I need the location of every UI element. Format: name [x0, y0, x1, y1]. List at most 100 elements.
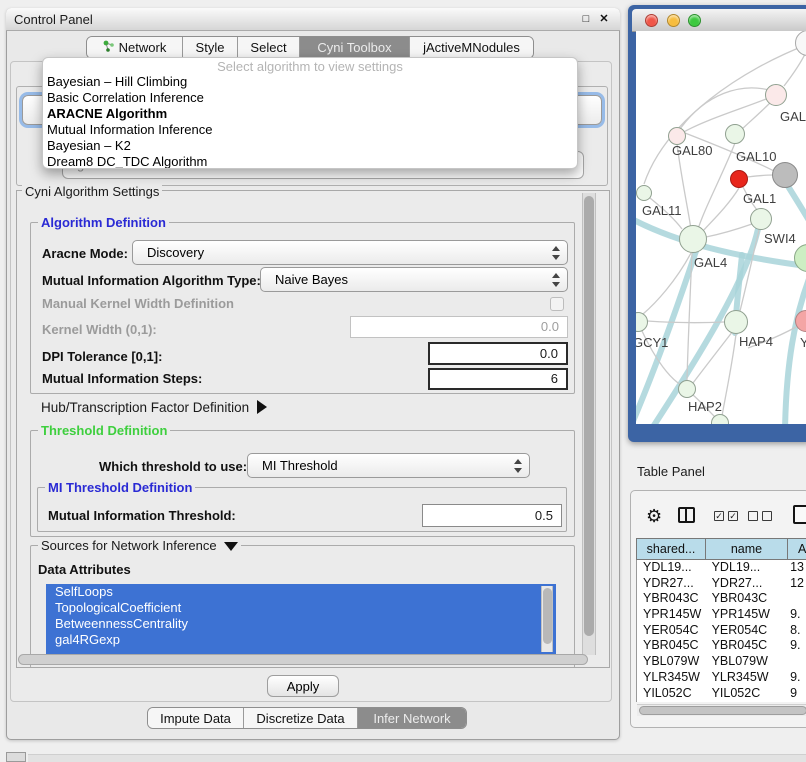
tab-jactivemnodules[interactable]: jActiveMNodules	[410, 37, 533, 58]
tab-label: jActiveMNodules	[423, 40, 520, 55]
algorithm-option[interactable]: Bayesian – Hill Climbing	[43, 74, 577, 90]
mi-type-combo[interactable]: Naive Bayes	[260, 267, 568, 292]
stepper-arrows-icon	[514, 458, 522, 474]
table-cell: YIL052C	[706, 686, 788, 702]
node-gal10[interactable]	[725, 124, 745, 144]
attribute-item[interactable]: BetweennessCentrality	[46, 616, 556, 632]
zoom-window-button[interactable]	[688, 14, 701, 27]
unchecked-column-icon[interactable]	[748, 511, 758, 521]
stepper-arrows-icon	[552, 245, 560, 261]
panel-title: Control Panel	[14, 12, 93, 27]
settings-vertical-thumb[interactable]	[584, 196, 594, 636]
algorithm-option[interactable]: Mutual Information Inference	[43, 122, 577, 138]
algorithm-dropdown-popup: Select algorithm to view settings Bayesi…	[42, 57, 578, 169]
table-cell: YPR145W	[706, 607, 788, 623]
table-cell	[787, 654, 806, 670]
kernel-width-value: 0.0	[541, 319, 559, 334]
gear-icon[interactable]: ⚙	[646, 505, 662, 527]
table-cell: 13	[787, 560, 806, 576]
tab-cyni-toolbox[interactable]: Cyni Toolbox	[300, 37, 410, 58]
settings-vertical-scrollbar[interactable]	[582, 193, 596, 655]
mi-steps-field[interactable]: 6	[428, 368, 568, 390]
which-threshold-combo[interactable]: MI Threshold	[247, 453, 530, 478]
node-hap4[interactable]	[724, 310, 748, 334]
mi-type-value: Naive Bayes	[275, 272, 348, 287]
algorithm-option[interactable]: Basic Correlation Inference	[43, 90, 577, 106]
attribute-item[interactable]: SelfLoops	[46, 584, 556, 600]
expand-arrow-icon[interactable]	[257, 400, 267, 414]
float-window-icon[interactable]: □	[578, 11, 594, 27]
minimize-window-button[interactable]	[667, 14, 680, 27]
attributes-scrollbar-thumb[interactable]	[543, 588, 552, 644]
table-body[interactable]: YDL19...YDL19...13YDR27...YDR27...12YBR0…	[636, 560, 806, 702]
attribute-item[interactable]: TopologicalCoefficient	[46, 600, 556, 616]
which-threshold-label: Which threshold to use:	[99, 459, 247, 474]
tab-discretize-data[interactable]: Discretize Data	[244, 708, 358, 728]
table-cell	[787, 591, 806, 607]
mini-toggle-button[interactable]	[6, 752, 26, 762]
network-canvas[interactable]: GALGAL80GAL10GAL1GAL11GAL4SWI4GCY1HAP4YH…	[636, 31, 806, 424]
node-label: GAL	[780, 109, 806, 124]
table-cell: YER054C	[637, 623, 706, 639]
checked-column-icon[interactable]: ✓	[728, 511, 738, 521]
tab-network[interactable]: Network	[87, 37, 183, 58]
node-gal11[interactable]	[636, 185, 652, 201]
split-columns-icon[interactable]	[678, 507, 695, 523]
table-row[interactable]: YDL19...YDL19...13	[637, 560, 806, 576]
column-header[interactable]: shared...	[636, 538, 705, 560]
close-window-button[interactable]	[645, 14, 658, 27]
tab-label: Network	[119, 40, 167, 55]
table-row[interactable]: YBR043CYBR043C	[637, 591, 806, 607]
tab-select[interactable]: Select	[238, 37, 300, 58]
tab-impute-data[interactable]: Impute Data	[148, 708, 244, 728]
settings-horizontal-scrollbar[interactable]	[18, 654, 588, 665]
node-gal1[interactable]	[750, 208, 772, 230]
stepper-arrows-icon	[552, 272, 560, 288]
table-cell: YDL19...	[706, 560, 788, 576]
close-icon[interactable]: ✕	[596, 11, 612, 27]
node-gal4[interactable]	[679, 225, 707, 253]
table-row[interactable]: YIL052CYIL052C9	[637, 686, 806, 702]
table-horizontal-scrollbar[interactable]	[637, 704, 806, 716]
mi-steps-value: 6	[551, 371, 558, 386]
column-header[interactable]: A	[787, 538, 806, 560]
manual-kernel-checkbox[interactable]	[550, 297, 564, 311]
table-horizontal-thumb[interactable]	[639, 706, 806, 715]
attributes-scrollbar[interactable]	[541, 586, 553, 652]
unchecked-column-icon[interactable]	[762, 511, 772, 521]
table-row[interactable]: YBL079WYBL079W	[637, 654, 806, 670]
tab-label: Cyni Toolbox	[317, 40, 391, 55]
node-label: GAL1	[743, 191, 776, 206]
algorithm-option[interactable]: ARACNE Algorithm	[43, 106, 577, 122]
table-row[interactable]: YBR045CYBR045C9.	[637, 638, 806, 654]
hub-section-label: Hub/Transcription Factor Definition	[41, 400, 249, 415]
node-label: GCY1	[636, 335, 668, 350]
network-view-window: GALGAL80GAL10GAL1GAL11GAL4SWI4GCY1HAP4YH…	[628, 5, 806, 442]
screen: Control Panel □ ✕ Network Style Select C…	[0, 0, 806, 762]
table-row[interactable]: YDR27...YDR27...12	[637, 576, 806, 592]
dpi-tolerance-field[interactable]: 0.0	[428, 342, 568, 365]
collapse-arrow-icon[interactable]	[224, 542, 238, 551]
network-node[interactable]	[730, 170, 748, 188]
table-row[interactable]: YLR345WYLR345W9.	[637, 670, 806, 686]
attribute-item[interactable]: gal4RGexp	[46, 632, 556, 648]
page-icon[interactable]	[793, 505, 806, 524]
network-node[interactable]	[772, 162, 798, 188]
dropdown-prompt: Select algorithm to view settings	[43, 59, 577, 74]
column-header[interactable]: name	[705, 538, 787, 560]
mi-threshold-field[interactable]: 0.5	[422, 504, 562, 527]
tab-style[interactable]: Style	[183, 37, 238, 58]
table-row[interactable]: YPR145WYPR145W9.	[637, 607, 806, 623]
algorithm-option[interactable]: Dream8 DC_TDC Algorithm	[43, 154, 577, 169]
tab-infer-network[interactable]: Infer Network	[358, 708, 466, 728]
aracne-mode-combo[interactable]: Discovery	[132, 240, 568, 265]
algorithm-option[interactable]: Bayesian – K2	[43, 138, 577, 154]
node-hap2[interactable]	[678, 380, 696, 398]
table-row[interactable]: YER054CYER054C8.	[637, 623, 806, 639]
table-cell: 8.	[787, 623, 806, 639]
kernel-width-field[interactable]: 0.0	[350, 316, 568, 338]
data-attributes-list: SelfLoopsTopologicalCoefficientBetweenne…	[46, 584, 556, 654]
checked-column-icon[interactable]: ✓	[714, 511, 724, 521]
node-gal[interactable]	[765, 84, 787, 106]
apply-button[interactable]: Apply	[267, 675, 339, 697]
